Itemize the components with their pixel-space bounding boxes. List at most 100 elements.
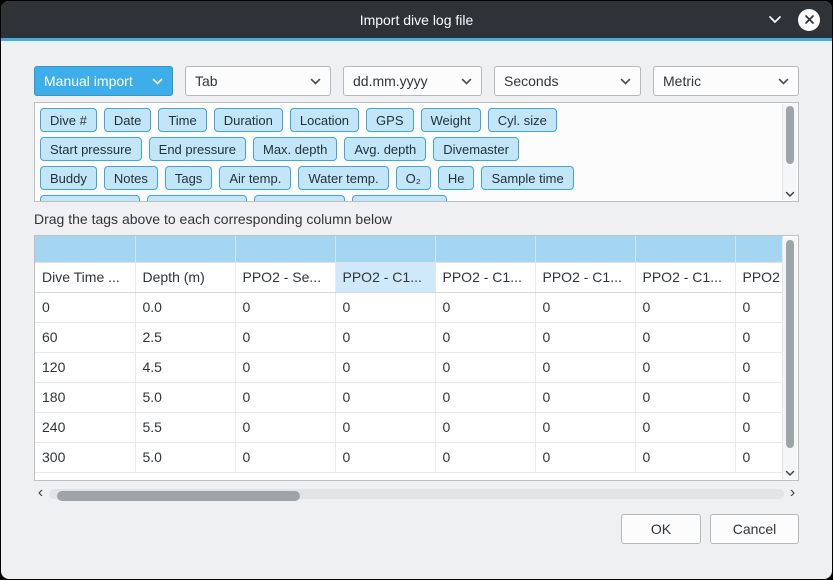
column-header[interactable]: Depth (m) (135, 262, 235, 292)
horizontal-scrollbar[interactable]: ‹ › (34, 487, 799, 501)
table-cell: 0 (235, 352, 335, 382)
table-cell: 240 (35, 412, 135, 442)
tag-scrollbar[interactable] (782, 104, 797, 200)
table-cell: 0 (435, 442, 535, 472)
column-header[interactable]: PPO2 (735, 262, 783, 292)
titlebar[interactable]: Import dive log file (1, 1, 832, 38)
column-drop-target[interactable] (735, 236, 783, 262)
window-title: Import dive log file (360, 12, 474, 28)
tag-chip[interactable]: Sample depth (40, 195, 140, 202)
import-mode-combo[interactable]: Manual import (34, 66, 173, 96)
table-cell: 60 (35, 322, 135, 352)
preview-table-area: Dive Time ...Depth (m)PPO2 - Se...PPO2 -… (34, 235, 799, 481)
tag-chip[interactable]: Weight (421, 108, 481, 132)
tag-chip[interactable]: Divemaster (433, 137, 519, 161)
column-header[interactable]: PPO2 - Se... (235, 262, 335, 292)
table-cell: 2.5 (135, 322, 235, 352)
tag-chip[interactable]: Cyl. size (488, 108, 557, 132)
scroll-left-icon[interactable]: ‹ (34, 486, 47, 500)
table-row: 602.5000000 (35, 322, 783, 352)
table-cell: 0 (635, 352, 735, 382)
column-drop-target[interactable] (35, 236, 135, 262)
column-header[interactable]: PPO2 - C1... (335, 262, 435, 292)
tag-chip[interactable]: Air temp. (219, 166, 291, 190)
column-drop-target[interactable] (335, 236, 435, 262)
combo-value: Manual import (44, 73, 133, 89)
table-cell: 0 (735, 292, 783, 322)
combo-value: Metric (663, 73, 701, 89)
tag-chip[interactable]: Sample CNS (352, 195, 447, 202)
time-format-combo[interactable]: Seconds (494, 66, 641, 96)
tag-chip[interactable]: Location (290, 108, 359, 132)
chevron-down-icon (461, 78, 472, 85)
minimize-button[interactable] (764, 9, 786, 31)
table-cell: 300 (35, 442, 135, 472)
tag-chip[interactable]: GPS (366, 108, 413, 132)
horizontal-scrollbar-track[interactable] (49, 489, 784, 499)
ok-button[interactable]: OK (621, 514, 701, 544)
table-cell: 0 (435, 322, 535, 352)
table-cell: 0 (235, 292, 335, 322)
tag-chip[interactable]: Date (104, 108, 151, 132)
table-cell: 0 (535, 292, 635, 322)
chevron-down-icon (778, 78, 789, 85)
tag-chip[interactable]: Duration (214, 108, 283, 132)
table-cell: 0 (435, 412, 535, 442)
tag-chip[interactable]: Sample time (481, 166, 573, 190)
tag-chip[interactable]: End pressure (149, 137, 246, 161)
close-button[interactable] (798, 9, 820, 31)
tag-chip[interactable]: Dive # (40, 108, 97, 132)
horizontal-scrollbar-thumb[interactable] (57, 491, 300, 501)
table-cell: 5.5 (135, 412, 235, 442)
column-drop-target[interactable] (635, 236, 735, 262)
scroll-down-icon[interactable] (783, 191, 797, 198)
table-cell: 0 (535, 382, 635, 412)
tag-chip[interactable]: Buddy (40, 166, 97, 190)
cancel-button[interactable]: Cancel (710, 514, 799, 544)
column-drop-target[interactable] (135, 236, 235, 262)
table-cell: 0 (435, 382, 535, 412)
column-drop-target[interactable] (535, 236, 635, 262)
tag-chip[interactable]: Time (158, 108, 206, 132)
units-combo[interactable]: Metric (653, 66, 799, 96)
tag-chip[interactable]: Max. depth (253, 137, 337, 161)
tag-chip[interactable]: Avg. depth (344, 137, 426, 161)
tag-chip[interactable]: Sample temp. (147, 195, 247, 202)
tag-chip[interactable]: O₂ (396, 166, 431, 190)
tag-chip[interactable]: Notes (104, 166, 158, 190)
tag-list: Dive # Date Time Duration Location GPS Weight C… (40, 108, 778, 202)
table-cell: 0 (535, 322, 635, 352)
table-cell: 0 (435, 352, 535, 382)
table-cell: 0.0 (135, 292, 235, 322)
scroll-down-icon[interactable] (783, 470, 797, 477)
table-scrollbar-thumb[interactable] (786, 240, 794, 448)
table-cell: 0 (335, 352, 435, 382)
column-header[interactable]: PPO2 - C1... (435, 262, 535, 292)
close-icon (804, 14, 815, 25)
tag-chip[interactable]: He (438, 166, 475, 190)
table-scrollbar[interactable] (782, 237, 797, 479)
field-separator-combo[interactable]: Tab (185, 66, 331, 96)
tag-chip[interactable]: Water temp. (298, 166, 388, 190)
column-header[interactable]: PPO2 - C1... (535, 262, 635, 292)
table-cell: 0 (235, 442, 335, 472)
tag-chip[interactable]: Tags (165, 166, 212, 190)
column-drop-target[interactable] (235, 236, 335, 262)
tag-chip[interactable]: Start pressure (40, 137, 142, 161)
column-header[interactable]: PPO2 - C1... (635, 262, 735, 292)
table-cell: 0 (635, 382, 735, 412)
date-format-combo[interactable]: dd.mm.yyyy (343, 66, 482, 96)
tag-chip[interactable]: Sample pO₂ (254, 195, 344, 202)
chevron-down-icon (620, 78, 631, 85)
table-cell: 0 (335, 322, 435, 352)
table-cell: 180 (35, 382, 135, 412)
table-row: 1805.0000000 (35, 382, 783, 412)
table-row: 00.0000000 (35, 292, 783, 322)
column-drop-target[interactable] (435, 236, 535, 262)
table-cell: 4.5 (135, 352, 235, 382)
tag-scrollbar-thumb[interactable] (786, 106, 794, 164)
combo-value: Tab (195, 73, 218, 89)
import-dialog: Import dive log file Manual import Tab dd.… (0, 0, 833, 580)
column-header[interactable]: Dive Time ... (35, 262, 135, 292)
scroll-right-icon[interactable]: › (786, 486, 799, 500)
